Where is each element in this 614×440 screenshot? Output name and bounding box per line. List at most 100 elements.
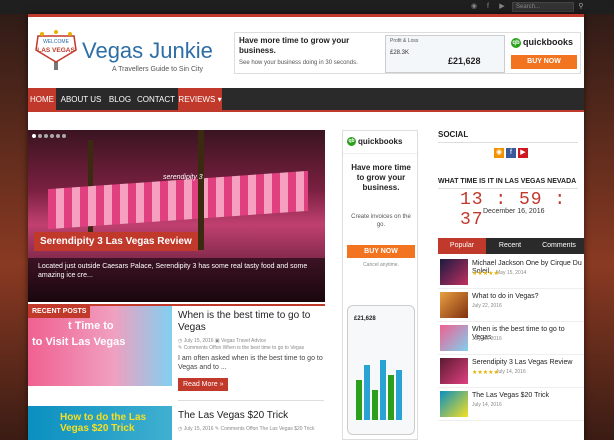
post-category[interactable]: Vegas Travel Advice — [221, 338, 266, 344]
sidebar-ad[interactable]: qb quickbooks Have more time to grow your… — [342, 130, 419, 440]
ad-screenshot: Profit & Loss £28.3K £21,628 — [385, 35, 505, 73]
nav-blog[interactable]: BLOG — [106, 88, 134, 112]
post-title[interactable]: Serendipity 3 Las Vegas Review — [472, 359, 582, 367]
ad-headline: Have more time to grow your business. — [351, 163, 411, 192]
list-item[interactable]: What to do in Vegas? July 22, 2016 — [438, 289, 584, 322]
post-date: July 15, 2016 — [472, 336, 502, 342]
post-date: July 14, 2016 — [496, 369, 526, 375]
nav-home[interactable]: HOME — [28, 88, 56, 112]
accent-line — [28, 14, 584, 17]
post-excerpt: I am often asked when is the best time t… — [178, 355, 323, 371]
ad-headline: Have more time to grow your business. — [239, 36, 350, 55]
post-thumbnail[interactable] — [440, 358, 468, 384]
post-date: July 15, 2016 — [183, 426, 214, 432]
clock-heading: WHAT TIME IS IT IN LAS VEGAS NEVADA — [438, 178, 577, 185]
clock-date: December 16, 2016 — [483, 208, 545, 215]
phone-value: £21,628 — [354, 316, 376, 322]
post-thumbnail[interactable] — [440, 325, 468, 351]
post-comments: Comments Offon When is the best time to … — [183, 345, 305, 351]
thumbnail-text: t Time to — [68, 320, 114, 332]
site-tagline: A Travellers Guide to Sin City — [112, 66, 204, 73]
las-vegas-sign-icon: WELCOME LAS VEGAS — [35, 30, 77, 70]
list-item[interactable]: Michael Jackson One by Cirque Du Soleil … — [438, 256, 584, 289]
comment-icon: ✎ — [178, 345, 183, 351]
buy-now-button[interactable]: BUY NOW — [347, 245, 415, 258]
post-title[interactable]: The Las Vegas $20 Trick — [472, 392, 582, 400]
post-title[interactable]: The Las Vegas $20 Trick — [178, 410, 324, 422]
post-thumbnail[interactable] — [440, 391, 468, 417]
list-item[interactable]: Serendipity 3 Las Vegas Review July 14, … — [438, 355, 584, 388]
post-thumbnail[interactable] — [440, 292, 468, 318]
top-bar: ◉ f ▶ Search... ⚲ — [0, 0, 614, 14]
comment-icon: ✎ — [214, 426, 220, 432]
post-date: May 15, 2014 — [496, 270, 527, 276]
recent-post: When is the best time to go to Vegas ◷ J… — [178, 310, 324, 391]
site-logo[interactable]: WELCOME LAS VEGAS Vegas Junkie A Travell… — [34, 28, 224, 80]
post-comments: Comments Offon The Las Vegas $20 Trick — [220, 426, 315, 432]
clock-icon: ◷ — [178, 426, 183, 432]
clock-icon: ◷ — [178, 338, 183, 344]
rating-stars: ★★★★★ — [472, 271, 499, 277]
youtube-icon[interactable]: ▶ — [498, 3, 506, 11]
ad-subtext: See how your business doing in 30 second… — [239, 60, 358, 66]
read-more-button[interactable]: Read More » — [178, 378, 229, 391]
rss-icon[interactable]: ◉ — [470, 3, 478, 11]
thumbnail-text: How to do the Las Vegas $20 Trick — [60, 412, 147, 434]
quickbooks-icon: qb — [347, 137, 356, 147]
thumbnail-text: to Visit Las Vegas — [32, 336, 126, 348]
top-banner-ad[interactable]: Have more time to grow your business. Se… — [234, 32, 581, 74]
recent-posts-heading: RECENT POSTS — [28, 306, 91, 318]
youtube-icon[interactable]: ▶ — [518, 148, 528, 158]
list-item[interactable]: The Las Vegas $20 Trick July 14, 2016 — [438, 388, 584, 421]
search-input[interactable]: Search... — [512, 2, 574, 12]
search-icon[interactable]: ⚲ — [576, 2, 586, 12]
phone-chart — [356, 350, 408, 420]
main-nav: HOME ABOUT US BLOG CONTACT REVIEWS ▾ — [28, 88, 584, 112]
tab-popular[interactable]: Popular — [438, 238, 486, 254]
buy-now-button[interactable]: BUY NOW — [511, 55, 577, 69]
tab-comments[interactable]: Comments — [534, 238, 584, 254]
ad-subtext: Create invoices on the go. — [351, 214, 411, 228]
restaurant-sign: serendipity 3 — [163, 174, 203, 181]
quickbooks-logo: qb quickbooks — [511, 37, 574, 48]
ad-screen-small-value: £28.3K — [390, 50, 410, 56]
post-title[interactable]: What to do in Vegas? — [472, 293, 582, 301]
social-divider — [438, 142, 578, 143]
post-meta: ◷ July 15, 2016 ✎ Comments Offon The Las… — [178, 426, 324, 433]
post-thumbnail[interactable] — [440, 259, 468, 285]
nav-reviews-label: REVIEWS — [178, 95, 216, 104]
clock-divider — [438, 188, 578, 189]
site-title[interactable]: Vegas Junkie — [82, 38, 213, 64]
nav-about-us[interactable]: ABOUT US — [58, 88, 104, 112]
palm-tree-shape — [198, 130, 204, 250]
recent-post: The Las Vegas $20 Trick ◷ July 15, 2016 … — [178, 410, 324, 433]
popular-posts-list: Michael Jackson One by Cirque Du Soleil … — [438, 256, 584, 421]
post-title[interactable]: When is the best time to go to Vegas — [178, 310, 324, 334]
page-container: WELCOME LAS VEGAS Vegas Junkie A Travell… — [28, 14, 584, 440]
list-item[interactable]: When is the best time to go to Vegas Jul… — [438, 322, 584, 355]
post-thumbnail[interactable]: t Time to to Visit Las Vegas — [28, 306, 172, 386]
post-thumbnail[interactable]: How to do the Las Vegas $20 Trick — [28, 406, 172, 440]
phone-illustration: £21,628 — [347, 305, 415, 435]
sign-main-text: LAS VEGAS — [37, 47, 75, 54]
rss-icon[interactable]: ◉ — [494, 148, 504, 158]
facebook-icon[interactable]: f — [506, 148, 516, 158]
folder-icon: ▣ — [214, 338, 220, 344]
slider-dots[interactable] — [32, 134, 66, 138]
slider-caption-title[interactable]: Serendipity 3 Las Vegas Review — [34, 232, 198, 251]
featured-slider[interactable]: serendipity 3 Serendipity 3 Las Vegas Re… — [28, 130, 325, 302]
post-date: July 22, 2016 — [472, 303, 502, 309]
ad-screen-big-value: £21,628 — [448, 56, 481, 66]
tab-recent[interactable]: Recent — [486, 238, 534, 254]
nav-contact[interactable]: CONTACT — [136, 88, 176, 112]
social-icons: ◉ f ▶ — [494, 148, 528, 158]
nav-reviews[interactable]: REVIEWS ▾ — [178, 88, 222, 112]
facebook-icon[interactable]: f — [484, 3, 492, 11]
chevron-down-icon: ▾ — [217, 95, 222, 104]
ad-cancel-text: Cancel anytime. — [363, 262, 399, 268]
rating-stars: ★★★★★ — [472, 370, 499, 376]
slider-caption-text: Located just outside Caesars Palace, Ser… — [28, 258, 325, 302]
quickbooks-logo: qb quickbooks — [347, 137, 403, 147]
ad-divider — [343, 153, 419, 154]
post-date: July 14, 2016 — [472, 402, 502, 408]
